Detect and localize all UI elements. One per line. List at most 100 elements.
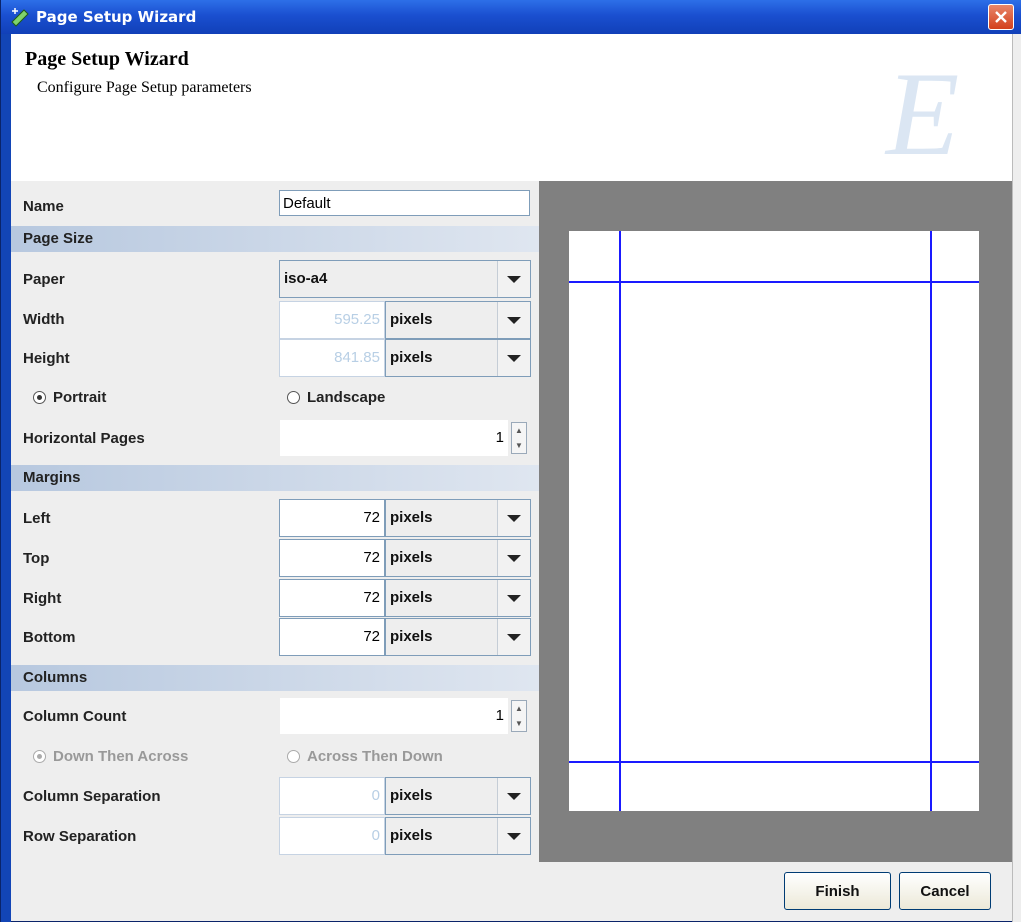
- spin-up-icon[interactable]: ▲: [512, 423, 526, 438]
- horizontal-pages-label: Horizontal Pages: [23, 430, 145, 447]
- right-margin-unit-value: pixels: [390, 589, 433, 606]
- bottom-margin-input[interactable]: 72: [279, 618, 385, 656]
- spin-down-icon[interactable]: ▼: [512, 438, 526, 453]
- right-margin-unit-dropdown-button[interactable]: [497, 580, 530, 616]
- height-unit-value: pixels: [390, 349, 433, 366]
- name-input[interactable]: [279, 190, 530, 216]
- width-label: Width: [23, 311, 65, 328]
- across-then-down-label: Across Then Down: [307, 748, 443, 765]
- width-unit-select[interactable]: pixels: [385, 301, 531, 339]
- radio-selected-icon: [33, 391, 46, 404]
- right-margin-input[interactable]: 72: [279, 579, 385, 617]
- chevron-down-icon: [507, 594, 521, 602]
- top-margin-label: Top: [23, 550, 50, 567]
- window-border-right: [1012, 34, 1021, 922]
- window-border-left: [1, 34, 11, 922]
- top-margin-unit-dropdown-button[interactable]: [497, 540, 530, 576]
- margin-line-top: [569, 281, 979, 283]
- column-separation-unit-select[interactable]: pixels: [385, 777, 531, 815]
- column-separation-unit-value: pixels: [390, 787, 433, 804]
- wizard-app-icon: [11, 8, 29, 27]
- right-margin-label: Right: [23, 590, 62, 607]
- finish-button[interactable]: Finish: [784, 872, 891, 910]
- top-margin-unit-value: pixels: [390, 549, 433, 566]
- wizard-logo-icon: E: [884, 47, 959, 174]
- bottom-margin-unit-value: pixels: [390, 628, 433, 645]
- spin-up-icon[interactable]: ▲: [512, 701, 526, 716]
- across-then-down-radio[interactable]: Across Then Down: [287, 748, 443, 765]
- height-label: Height: [23, 350, 70, 367]
- height-unit-dropdown-button[interactable]: [497, 340, 530, 376]
- paper-select[interactable]: iso-a4: [279, 260, 531, 298]
- paper-label: Paper: [23, 271, 65, 288]
- chevron-down-icon: [507, 792, 521, 800]
- radio-unselected-icon: [287, 750, 300, 763]
- column-count-spinner[interactable]: ▲ ▼: [511, 700, 527, 732]
- svg-text:E: E: [884, 47, 959, 174]
- left-margin-label: Left: [23, 510, 51, 527]
- height-unit-select[interactable]: pixels: [385, 339, 531, 377]
- left-margin-input[interactable]: 72: [279, 499, 385, 537]
- bottom-margin-unit-select[interactable]: pixels: [385, 618, 531, 656]
- chevron-down-icon: [507, 514, 521, 522]
- section-page-size-label: Page Size: [23, 230, 94, 247]
- title-bar[interactable]: Page Setup Wizard: [1, 0, 1021, 34]
- close-button[interactable]: [988, 4, 1014, 30]
- top-margin-unit-select[interactable]: pixels: [385, 539, 531, 577]
- bottom-margin-unit-dropdown-button[interactable]: [497, 619, 530, 655]
- row-separation-unit-select[interactable]: pixels: [385, 817, 531, 855]
- top-margin-input[interactable]: 72: [279, 539, 385, 577]
- row-separation-input[interactable]: 0: [279, 817, 385, 855]
- page-preview: [539, 181, 1012, 862]
- left-margin-unit-value: pixels: [390, 509, 433, 526]
- chevron-down-icon: [507, 832, 521, 840]
- chevron-down-icon: [507, 633, 521, 641]
- width-unit-dropdown-button[interactable]: [497, 302, 530, 338]
- column-separation-unit-dropdown-button[interactable]: [497, 778, 530, 814]
- paper-dropdown-button[interactable]: [497, 261, 530, 297]
- name-label: Name: [23, 198, 64, 215]
- preview-sheet: [569, 231, 979, 811]
- chevron-down-icon: [507, 316, 521, 324]
- row-separation-label: Row Separation: [23, 828, 137, 845]
- margin-line-bottom: [569, 761, 979, 763]
- window-title: Page Setup Wizard: [36, 8, 197, 26]
- page-setup-wizard-window: Page Setup Wizard Page Setup Wizard Conf…: [0, 0, 1021, 922]
- left-margin-unit-select[interactable]: pixels: [385, 499, 531, 537]
- chevron-down-icon: [507, 554, 521, 562]
- down-then-across-label: Down Then Across: [53, 748, 189, 765]
- right-margin-unit-select[interactable]: pixels: [385, 579, 531, 617]
- margin-line-right: [930, 231, 932, 811]
- portrait-label: Portrait: [53, 389, 107, 406]
- chevron-down-icon: [507, 275, 521, 283]
- radio-selected-icon: [33, 750, 46, 763]
- section-columns: Columns: [11, 665, 539, 691]
- down-then-across-radio[interactable]: Down Then Across: [33, 748, 188, 765]
- row-separation-unit-dropdown-button[interactable]: [497, 818, 530, 854]
- portrait-radio[interactable]: Portrait: [33, 389, 106, 406]
- section-page-size: Page Size: [11, 226, 539, 252]
- column-separation-input[interactable]: 0: [279, 777, 385, 815]
- bottom-margin-label: Bottom: [23, 629, 76, 646]
- column-count-input[interactable]: 1: [279, 697, 509, 735]
- paper-value: iso-a4: [284, 270, 328, 287]
- landscape-radio[interactable]: Landscape: [287, 389, 385, 406]
- horizontal-pages-input[interactable]: 1: [279, 419, 509, 457]
- horizontal-pages-spinner[interactable]: ▲ ▼: [511, 422, 527, 454]
- landscape-label: Landscape: [307, 389, 386, 406]
- chevron-down-icon: [507, 354, 521, 362]
- close-icon: [995, 11, 1007, 23]
- row-separation-unit-value: pixels: [390, 827, 433, 844]
- cancel-button[interactable]: Cancel: [899, 872, 991, 910]
- margin-line-left: [619, 231, 621, 811]
- section-columns-label: Columns: [23, 669, 88, 686]
- column-separation-label: Column Separation: [23, 788, 161, 805]
- column-count-label: Column Count: [23, 708, 127, 725]
- left-margin-unit-dropdown-button[interactable]: [497, 500, 530, 536]
- section-margins-label: Margins: [23, 469, 81, 486]
- radio-unselected-icon: [287, 391, 300, 404]
- width-input[interactable]: 595.25: [279, 301, 385, 339]
- height-input[interactable]: 841.85: [279, 339, 385, 377]
- header-subtitle: Configure Page Setup parameters: [37, 79, 252, 96]
- spin-down-icon[interactable]: ▼: [512, 716, 526, 731]
